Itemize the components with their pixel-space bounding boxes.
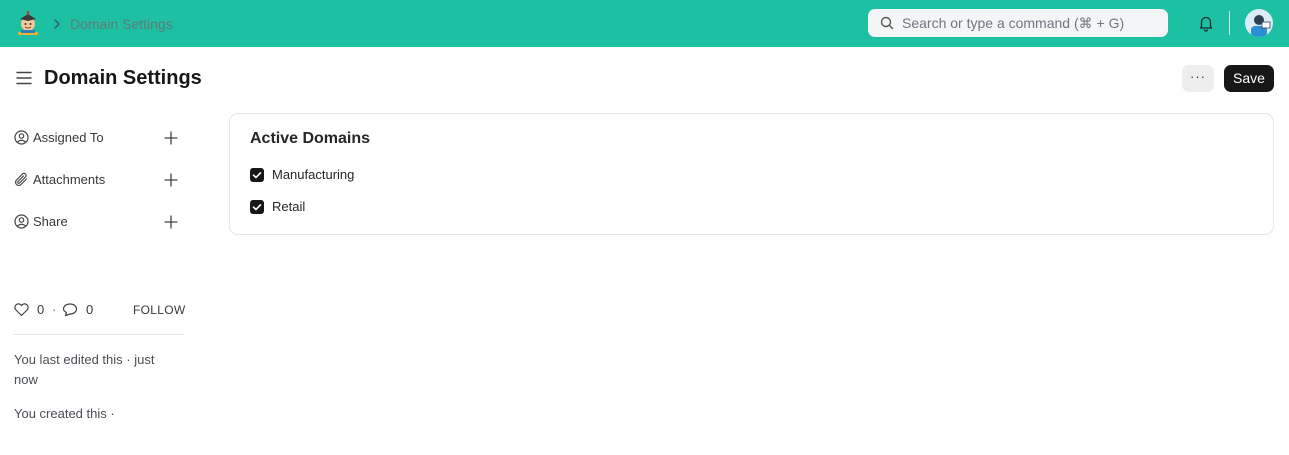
activity-last-edited: You last edited this · just now: [14, 352, 155, 387]
add-assignee-plus-icon[interactable]: [164, 131, 178, 145]
navbar-divider: [1229, 11, 1230, 35]
follow-button[interactable]: FOLLOW: [133, 302, 185, 318]
breadcrumb-domain-settings[interactable]: Domain Settings: [70, 15, 173, 33]
domain-option-manufacturing[interactable]: Manufacturing: [250, 166, 550, 184]
add-share-plus-icon[interactable]: [164, 215, 178, 229]
sidebar-item-share[interactable]: Share: [13, 210, 185, 234]
active-domains-card: Active Domains Manufacturing Retail: [229, 113, 1274, 235]
paperclip-icon: [14, 172, 29, 187]
app-logo[interactable]: [15, 10, 41, 36]
share-user-icon: [14, 214, 29, 229]
sidebar-toggle-icon[interactable]: [16, 71, 32, 85]
sidebar-item-assigned-to[interactable]: Assigned To: [13, 126, 185, 150]
user-assign-icon: [14, 130, 29, 145]
manufacturing-checkbox[interactable]: [250, 168, 264, 182]
comment-icon[interactable]: [62, 302, 78, 317]
search-icon: [880, 16, 894, 30]
heart-icon[interactable]: [13, 302, 30, 317]
page-title: Domain Settings: [44, 67, 202, 89]
sidebar-item-label: Share: [33, 214, 68, 229]
retail-checkbox[interactable]: [250, 200, 264, 214]
likes-count: 0: [37, 302, 45, 317]
checkbox-label: Manufacturing: [272, 167, 355, 182]
checkbox-label: Retail: [272, 199, 306, 214]
save-button[interactable]: Save: [1224, 65, 1274, 92]
navbar: Domain Settings: [0, 0, 1289, 47]
stats-separator: ·: [52, 302, 57, 317]
domain-option-retail[interactable]: Retail: [250, 198, 550, 216]
sidebar-item-attachments[interactable]: Attachments: [13, 168, 185, 192]
section-title: Active Domains: [250, 130, 371, 147]
chevron-right-icon: [51, 17, 63, 29]
more-actions-label: ···: [1190, 69, 1206, 84]
search-input[interactable]: [902, 13, 1160, 33]
sidebar-divider: [13, 334, 184, 335]
search-bar[interactable]: [868, 9, 1168, 37]
user-avatar[interactable]: [1245, 9, 1273, 37]
activity-created: You created this ·: [14, 406, 115, 421]
engagement-stats: 0 · 0 FOLLOW: [13, 300, 185, 320]
bell-icon[interactable]: [1197, 14, 1215, 32]
sidebar-item-label: Attachments: [33, 172, 106, 187]
add-attachment-plus-icon[interactable]: [164, 173, 178, 187]
more-actions-button[interactable]: ···: [1182, 65, 1214, 92]
sidebar-item-label: Assigned To: [33, 130, 104, 145]
comments-count: 0: [86, 302, 94, 317]
